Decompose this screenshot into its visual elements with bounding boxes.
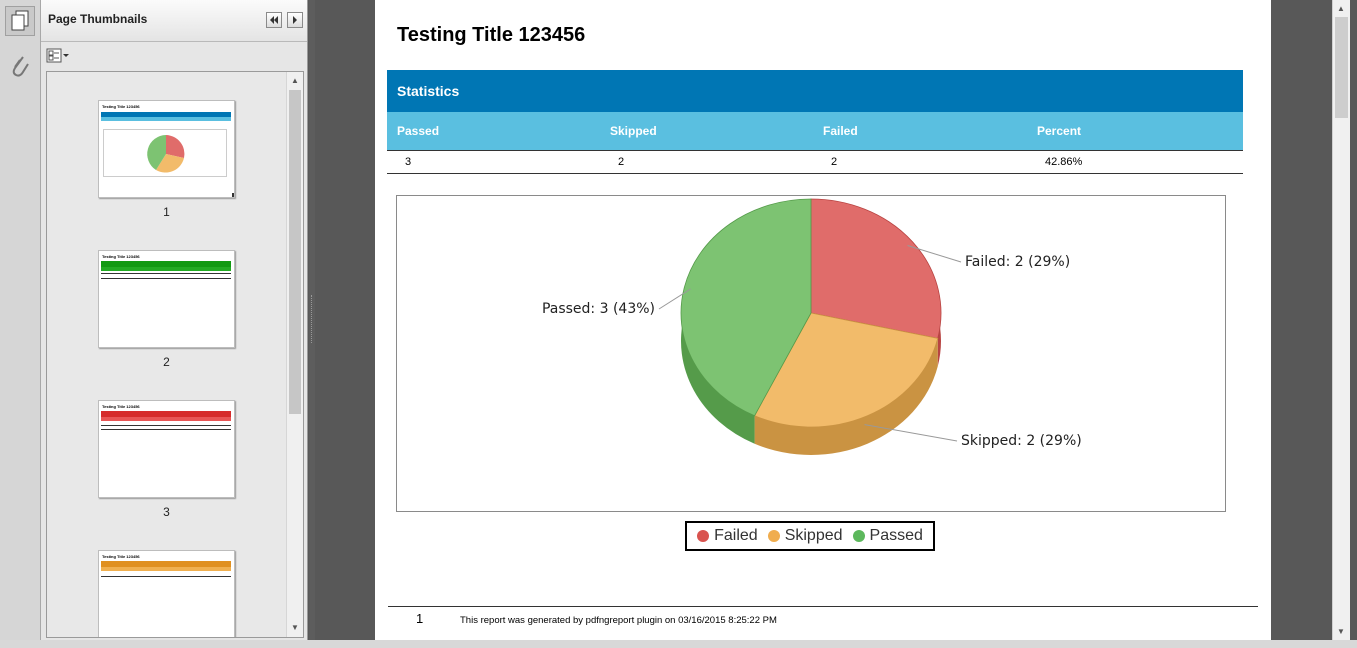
thumb-rule bbox=[101, 576, 231, 577]
thumb-rule bbox=[101, 273, 231, 274]
footer-page-number: 1 bbox=[416, 611, 424, 626]
thumb-title: Testing Title 123456 bbox=[102, 254, 140, 259]
statistics-columns: Passed Skipped Failed Percent bbox=[387, 112, 1243, 151]
footer-divider bbox=[388, 606, 1258, 607]
attachment-icon[interactable] bbox=[5, 50, 35, 80]
column-header: Failed bbox=[823, 124, 858, 138]
scroll-down-icon[interactable]: ▼ bbox=[1337, 627, 1345, 636]
thumb-title: Testing Title 123456 bbox=[102, 554, 140, 559]
thumb-rule bbox=[101, 425, 231, 426]
pie-chart-frame: Failed: 2 (29%) Skipped: 2 (29%) Passed: 3… bbox=[396, 195, 1226, 512]
thumb-cols bbox=[101, 417, 231, 421]
scroll-up-icon[interactable]: ▲ bbox=[1337, 4, 1345, 13]
scrollbar-thumb[interactable] bbox=[289, 90, 301, 414]
thumb-rule bbox=[101, 278, 231, 279]
thumbnail-label: 1 bbox=[163, 205, 170, 219]
footer-text: This report was generated by pdfngreport… bbox=[460, 615, 777, 626]
document-title: Testing Title 123456 bbox=[397, 24, 586, 46]
scrollbar-thumb[interactable] bbox=[1335, 17, 1348, 118]
options-menu-icon[interactable] bbox=[46, 47, 70, 64]
thumb-title: Testing Title 123456 bbox=[102, 404, 140, 409]
document-scrollbar[interactable]: ▲ ▼ bbox=[1332, 0, 1350, 640]
thumbnail-label: 3 bbox=[163, 505, 170, 519]
table-cell: 2 bbox=[618, 156, 625, 168]
thumb-marker bbox=[232, 193, 234, 197]
column-header: Passed bbox=[397, 124, 440, 138]
column-header: Percent bbox=[1037, 124, 1082, 138]
thumbnail-list[interactable]: Testing Title 123456 1 Testing Title 123… bbox=[46, 71, 304, 638]
page-thumbnail[interactable]: Testing Title 123456 bbox=[98, 550, 235, 637]
thumb-cols bbox=[101, 117, 231, 121]
table-cell: 2 bbox=[831, 156, 838, 168]
pie-slice-label: Passed: 3 (43%) bbox=[542, 301, 655, 317]
legend-item: Failed bbox=[697, 527, 758, 545]
scroll-down-icon[interactable]: ▼ bbox=[291, 623, 299, 632]
legend-swatch bbox=[852, 530, 865, 542]
status-strip bbox=[0, 640, 1357, 648]
pie-chart: Failed: 2 (29%) Skipped: 2 (29%) Passed: 3… bbox=[542, 198, 1082, 455]
thumbnails-panel: Page Thumbnails Testing Title 123456 1 T… bbox=[41, 0, 308, 648]
thumb-chart bbox=[103, 129, 227, 177]
legend-label: Passed bbox=[869, 527, 923, 544]
pie-slice-label: Failed: 2 (29%) bbox=[965, 254, 1070, 270]
legend-label: Failed bbox=[714, 527, 758, 544]
thumbnail-label: 2 bbox=[163, 355, 170, 369]
panel-splitter[interactable] bbox=[309, 0, 315, 648]
splitter-grip[interactable] bbox=[311, 295, 313, 343]
legend-label: Skipped bbox=[784, 527, 843, 544]
legend-swatch bbox=[767, 530, 780, 542]
thumbnail-scrollbar[interactable]: ▲ ▼ bbox=[286, 72, 303, 637]
thumb-cols bbox=[101, 567, 231, 571]
page-thumbnail[interactable]: Testing Title 123456 bbox=[98, 100, 235, 198]
table-cell: 3 bbox=[405, 156, 412, 168]
page-thumbnail[interactable]: Testing Title 123456 bbox=[98, 400, 235, 498]
panel-toolbar bbox=[41, 43, 307, 69]
pages-icon[interactable] bbox=[5, 6, 35, 36]
legend-swatch bbox=[697, 530, 710, 542]
thumb-title: Testing Title 123456 bbox=[102, 104, 140, 109]
scroll-up-icon[interactable]: ▲ bbox=[291, 76, 299, 85]
thumb-cols bbox=[101, 267, 231, 271]
pdf-viewer-window: Page Thumbnails Testing Title 123456 1 T… bbox=[0, 0, 1357, 648]
panel-title: Page Thumbnails bbox=[48, 12, 148, 26]
pie-slice-label: Skipped: 2 (29%) bbox=[961, 433, 1082, 449]
double-left-arrow-icon[interactable] bbox=[266, 12, 282, 28]
right-arrow-icon[interactable] bbox=[287, 12, 303, 28]
legend-item: Passed bbox=[852, 527, 923, 545]
table-row: 3 2 2 42.86% bbox=[387, 152, 1243, 174]
legend-item: Skipped bbox=[767, 527, 843, 545]
navigation-rail bbox=[0, 0, 41, 648]
statistics-header: Statistics bbox=[387, 70, 1243, 112]
document-page: Testing Title 123456 Statistics Passed S… bbox=[375, 0, 1271, 648]
panel-header: Page Thumbnails bbox=[41, 0, 307, 42]
table-cell: 42.86% bbox=[1045, 156, 1083, 168]
chart-legend: Failed Skipped Passed bbox=[685, 521, 935, 551]
column-header: Skipped bbox=[610, 124, 657, 138]
page-thumbnail[interactable]: Testing Title 123456 bbox=[98, 250, 235, 348]
thumb-rule bbox=[101, 429, 231, 430]
